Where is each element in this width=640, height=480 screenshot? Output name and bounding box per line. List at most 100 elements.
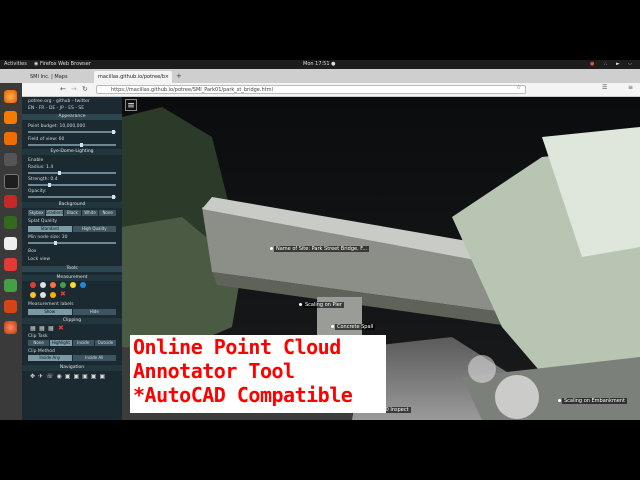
remove-measurements-icon[interactable]: ✖ [60,290,66,298]
clip-task-label: Clip Task [28,334,48,339]
section-eye-dome[interactable]: Eye-Dome-Lighting [22,149,122,155]
labels-show-button[interactable]: Show [28,309,72,315]
clip-outside-button[interactable]: Outside [94,340,116,346]
height-tool-icon[interactable] [60,282,66,288]
library-icon[interactable]: ☰ [602,84,607,91]
slider-knob[interactable] [80,143,83,147]
software-dock-icon[interactable] [4,195,17,208]
slider-knob[interactable] [112,130,115,134]
remove-clip-icon[interactable]: ✖ [58,324,64,332]
splat-quality-options: Standard High Quality [28,226,116,232]
highlight-sphere [468,355,496,383]
back-icon[interactable]: ← [60,85,66,93]
clip-inside-button[interactable]: Inside [72,340,94,346]
distance-tool-icon[interactable] [50,282,56,288]
splat-standard-button[interactable]: Standard [28,226,72,232]
labels-hide-button[interactable]: Hide [72,309,116,315]
clip-screen-icon[interactable]: ▦ [48,325,54,332]
annotation-tool-icon[interactable] [50,292,56,298]
navigation-tool-icons[interactable]: ✥✈☏◉▣▣▣▣▣ [30,373,108,380]
section-appearance[interactable]: Appearance [22,114,122,120]
clip-polygon-icon[interactable]: ▦ [39,325,45,332]
annotation-scaling-embankment[interactable]: Scaling on Embankment [558,398,627,404]
activities-button[interactable]: Activities [4,61,27,67]
files-dock-icon[interactable] [4,111,17,124]
slider-knob[interactable] [48,183,51,187]
tab-label: SMI Inc. | Maps [30,74,68,80]
anydesk-dock-icon[interactable] [4,300,17,313]
box-checkbox[interactable]: Box [28,249,36,254]
app-store-dock-icon[interactable] [4,132,17,145]
new-tab-icon[interactable]: + [176,72,182,80]
slider-knob[interactable] [54,241,57,245]
ubuntu-dock-icon[interactable] [4,321,17,334]
tab-smi-maps[interactable]: SMI Inc. | Maps [26,71,94,83]
bg-gradient-button[interactable]: Gradient [45,210,64,216]
volume-icon[interactable]: ► [616,61,620,67]
volume-tool-icon[interactable] [30,292,36,298]
min-node-size-slider[interactable] [28,241,116,245]
forward-icon[interactable]: → [71,85,77,93]
area-tool-icon[interactable] [80,282,86,288]
clip-highlight-button[interactable]: Highlight [50,340,72,346]
point-budget-slider[interactable] [28,130,116,134]
tab-label: macillas.github.io/potree/b [98,74,166,80]
bg-skybox-button[interactable]: Skybox [28,210,45,216]
opacity-slider[interactable] [28,195,116,199]
hamburger-menu-icon[interactable]: ≡ [628,84,633,91]
section-tools[interactable]: Tools [22,266,122,272]
close-tab-icon[interactable]: × [165,71,169,83]
splat-high-quality-button[interactable]: High Quality [72,226,116,232]
notepad-dock-icon[interactable] [4,153,17,166]
terminal-dock-icon[interactable] [4,174,19,189]
section-measurement[interactable]: Measurement [22,275,122,281]
radius-slider[interactable] [28,171,116,175]
angle-tool-icon[interactable] [30,282,36,288]
caption-line-3: *AutoCAD Compatible [133,383,353,407]
field-of-view-label: Field of view: 60 [28,137,65,142]
pycharm-dock-icon[interactable] [4,216,17,229]
power-icon[interactable]: ⌵ [628,61,632,67]
bg-none-button[interactable]: None [99,210,116,216]
section-background[interactable]: Background [22,202,122,208]
annotation-scaling-pier[interactable]: Scaling on Pier [299,302,344,308]
clip-volume-icon[interactable]: ▦ [30,325,36,332]
slider-knob[interactable] [58,171,61,175]
annotation-concrete-spall[interactable]: Concrete Spall [330,324,376,330]
network-icon[interactable]: ∴ [604,61,607,67]
bg-black-button[interactable]: Black [64,210,81,216]
spreadsheet-dock-icon[interactable] [4,279,17,292]
clip-none-button[interactable]: None [28,340,50,346]
slider-knob[interactable] [112,195,115,199]
ubuntu-dock [0,83,22,420]
sidebar-toggle-icon[interactable]: ≡ [125,99,137,111]
clip-inside-all-button[interactable]: Inside All [72,355,116,361]
profile-tool-icon[interactable] [40,292,46,298]
fov-slider[interactable] [28,143,116,147]
clip-method-options: Inside Any Inside All [28,355,116,361]
browser-tab-strip: SMI Inc. | Maps macillas.github.io/potre… [0,69,640,83]
clock[interactable]: Mon 17:51 ● [303,61,336,67]
calendar-dock-icon[interactable] [4,237,17,250]
edl-enable-checkbox[interactable]: Enable [28,158,43,163]
bg-white-button[interactable]: White [81,210,99,216]
opacity-label: Opacity: [28,189,47,194]
bookmark-icon[interactable]: ☆ [516,84,521,91]
lock-view-checkbox[interactable]: Lock view [28,257,50,262]
firefox-dock-icon[interactable] [4,90,17,103]
url-bar[interactable]: https://macillas.github.io/potree/SMI_Pa… [96,85,526,94]
app-menu-label[interactable]: Firefox Web Browser [40,61,91,67]
tab-potree[interactable]: macillas.github.io/potree/b × [94,71,172,83]
firefox-status-icon[interactable]: ● [590,61,594,67]
help-dock-icon[interactable] [4,258,17,271]
section-navigation[interactable]: Navigation [22,365,122,371]
circle-tool-icon[interactable] [70,282,76,288]
language-links[interactable]: EN - FR - DE - JP - ES - SE [28,106,84,111]
section-clipping[interactable]: Clipping [22,318,122,324]
reload-icon[interactable]: ↻ [82,85,88,93]
point-tool-icon[interactable] [40,282,46,288]
strength-slider[interactable] [28,183,116,187]
annotation-site-name[interactable]: Name of Site: Park Street Bridge, F... [269,246,370,252]
clip-inside-any-button[interactable]: Inside Any [28,355,72,361]
potree-brand-links[interactable]: potree.org - github - twitter [28,99,90,104]
